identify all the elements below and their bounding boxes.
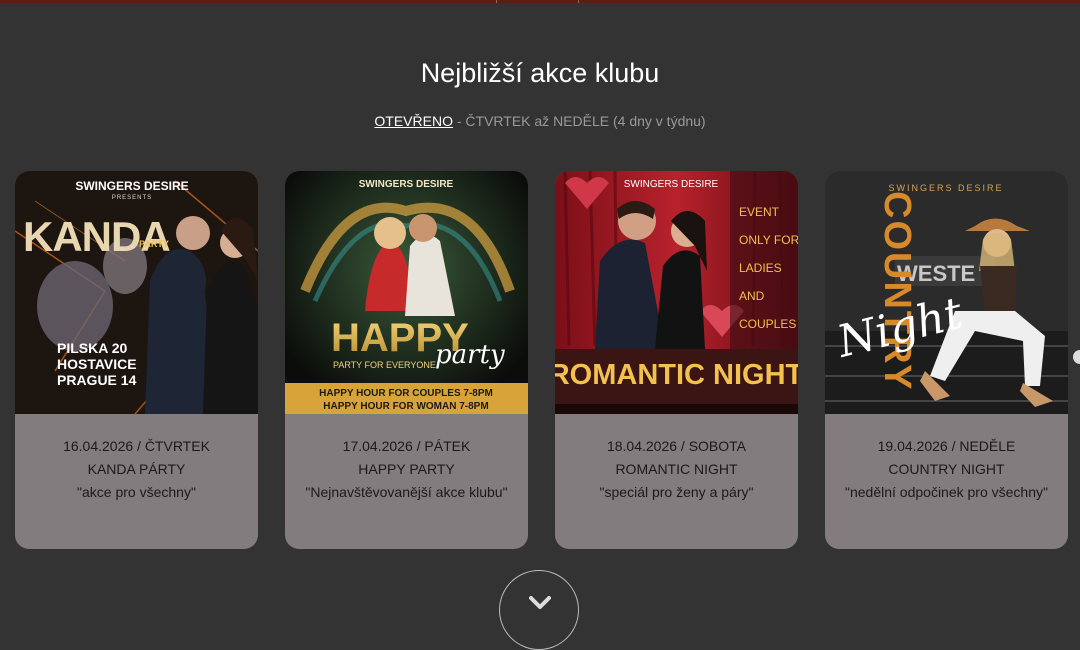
chevron-down-icon (529, 596, 551, 609)
event-name: HAPPY PARTY (358, 461, 455, 477)
event-tagline: "speciál pro ženy a páry" (599, 484, 754, 500)
poster-title: KANDA (23, 213, 170, 260)
event-poster: SWINGERS DESIRE PRESENTS KANDA PARTY PIL… (15, 171, 258, 414)
poster-brand: SWINGERS DESIRE (624, 179, 719, 190)
poster-side-text: EVENT (739, 205, 780, 219)
event-card[interactable]: SWINGERS DESIRE HAPPY party PARTY FOR EV… (285, 171, 528, 549)
event-name: ROMANTIC NIGHT (615, 461, 738, 477)
poster-side-text: ONLY FOR (739, 233, 798, 247)
poster-happy-hour: HAPPY HOUR FOR WOMAN 7-8PM (323, 401, 488, 412)
event-date: 16.04.2026 / ČTVRTEK (63, 438, 210, 454)
event-name: KANDA PÁRTY (87, 461, 186, 477)
poster-side-text: LADIES (739, 261, 782, 275)
poster-happy-hour: HAPPY HOUR FOR COUPLES 7-8PM (319, 388, 493, 399)
opening-hours: OTEVŘENO - ČTVRTEK až NEDĚLE (4 dny v tý… (0, 113, 1080, 129)
poster-title: ROMANTIC NIGHT (555, 359, 798, 391)
poster-address: PILSKA 20 (57, 340, 127, 356)
top-border-divider (578, 0, 579, 3)
poster-address: PRAGUE 14 (57, 372, 137, 388)
event-info: 17.04.2026 / PÁTEK HAPPY PARTY "Nejnavšt… (285, 435, 528, 504)
poster-side-text: AND (739, 289, 765, 303)
poster-brand: SWINGERS DESIRE (75, 179, 188, 193)
event-date: 19.04.2026 / NEDĚLE (877, 438, 1016, 454)
event-poster: SWINGERS DESIRE HAPPY party PARTY FOR EV… (285, 171, 528, 414)
opening-days-text: - ČTVRTEK až NEDĚLE (4 dny v týdnu) (452, 113, 706, 129)
event-date: 18.04.2026 / SOBOTA (606, 438, 747, 454)
event-card[interactable]: SWINGERS DESIRE EVENT ONLY FOR LADIES AN… (555, 171, 798, 549)
poster-address: HOSTAVICE (57, 356, 137, 372)
section-title: Nejbližší akce klubu (420, 58, 660, 88)
event-card[interactable]: SWINGERS DESIRE PRESENTS KANDA PARTY PIL… (15, 171, 258, 549)
top-border (0, 0, 1080, 3)
event-tagline: "akce pro všechny" (77, 484, 196, 500)
event-name: COUNTRY NIGHT (888, 461, 1005, 477)
open-link[interactable]: OTEVŘENO (374, 113, 453, 129)
scroll-down-button[interactable] (499, 570, 579, 650)
poster-title-script: party (435, 340, 505, 370)
top-border-divider (496, 0, 497, 3)
poster-brand-sub: PRESENTS (112, 195, 152, 201)
event-info: 18.04.2026 / SOBOTA ROMANTIC NIGHT "spec… (555, 435, 798, 504)
event-tagline: "nedělní odpočinek pro všechny" (845, 484, 1048, 500)
event-card[interactable]: WESTE SWINGERS DESIRE COUNTRY Night 19.0… (825, 171, 1068, 549)
event-poster: WESTE SWINGERS DESIRE COUNTRY Night (825, 171, 1068, 414)
event-tagline: "Nejnavštěvovanější akce klubu" (305, 484, 508, 500)
poster-subtitle: PARTY FOR EVERYONE (333, 360, 436, 370)
event-info: 16.04.2026 / ČTVRTEK KANDA PÁRTY "akce p… (15, 435, 258, 504)
poster-brand: SWINGERS DESIRE (359, 179, 454, 190)
event-date: 17.04.2026 / PÁTEK (342, 438, 471, 454)
event-poster: SWINGERS DESIRE EVENT ONLY FOR LADIES AN… (555, 171, 798, 414)
poster-title-sub: PARTY (139, 239, 169, 249)
poster-title: COUNTRY (876, 191, 918, 391)
event-info: 19.04.2026 / NEDĚLE COUNTRY NIGHT "neděl… (825, 435, 1068, 504)
poster-side-text: COUPLES (739, 317, 796, 331)
carousel-next-dot[interactable] (1073, 350, 1080, 364)
